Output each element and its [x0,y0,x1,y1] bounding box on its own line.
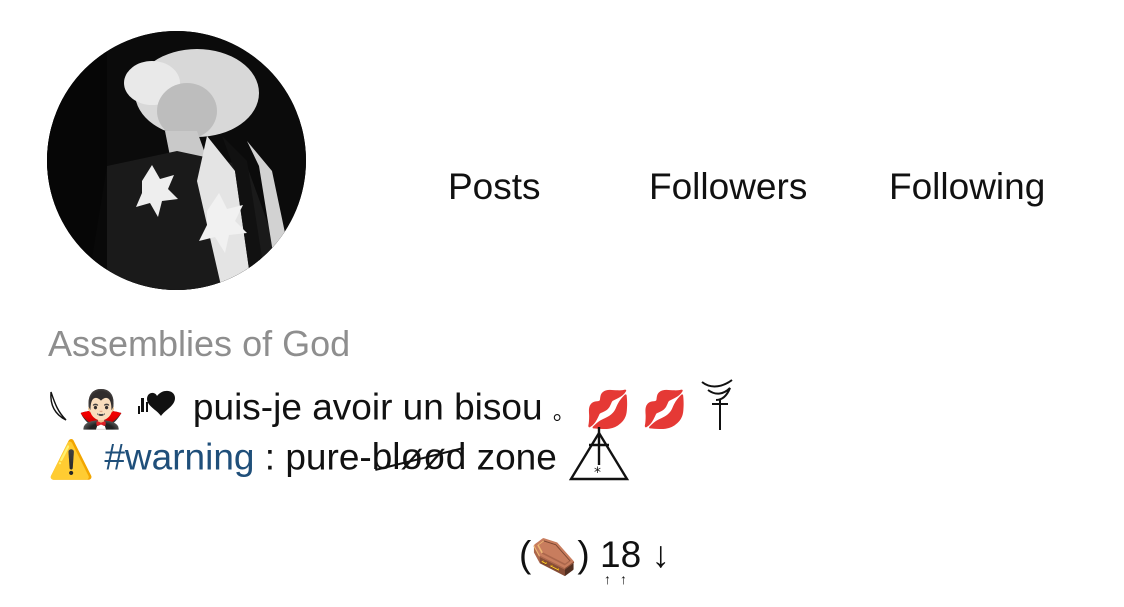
hashtag-warning[interactable]: #warning [104,436,254,477]
profile-name: Assemblies of God [48,323,351,364]
profile-photo-icon [47,31,306,290]
bio-line-2: ⚠️ #warning : pure-bløød zone * [48,425,631,494]
svg-text:*: * [594,465,601,481]
following-label[interactable]: Following [889,166,1045,208]
kiss-emoji-2: 💋 [641,388,688,430]
swirl-ornament-icon [698,376,738,443]
struck-word: bløød [372,434,467,480]
small-circle: 。 [552,399,575,425]
triangle-cross-icon: * [567,425,631,494]
followers-label[interactable]: Followers [649,166,807,208]
open-paren: ( [519,534,532,575]
age-number: 18 [600,534,642,575]
posts-label[interactable]: Posts [448,166,541,208]
close-paren: ) [577,534,590,575]
age-line: (⚰️) 18 ↑↑ ↓ [519,532,670,586]
bio-text-2b: zone [466,436,557,478]
warning-emoji: ⚠️ [48,438,95,480]
up-arrows-icon: ↑↑ [604,571,637,587]
bio-text-1: puis-je avoir un bisou [192,386,543,428]
bio-text-2a: : pure- [254,436,372,478]
age-number-wrap: 18 ↑↑ [600,532,642,586]
down-arrow-icon: ↓ [651,534,670,575]
avatar[interactable] [47,31,306,290]
coffin-emoji: ⚰️ [531,536,578,578]
